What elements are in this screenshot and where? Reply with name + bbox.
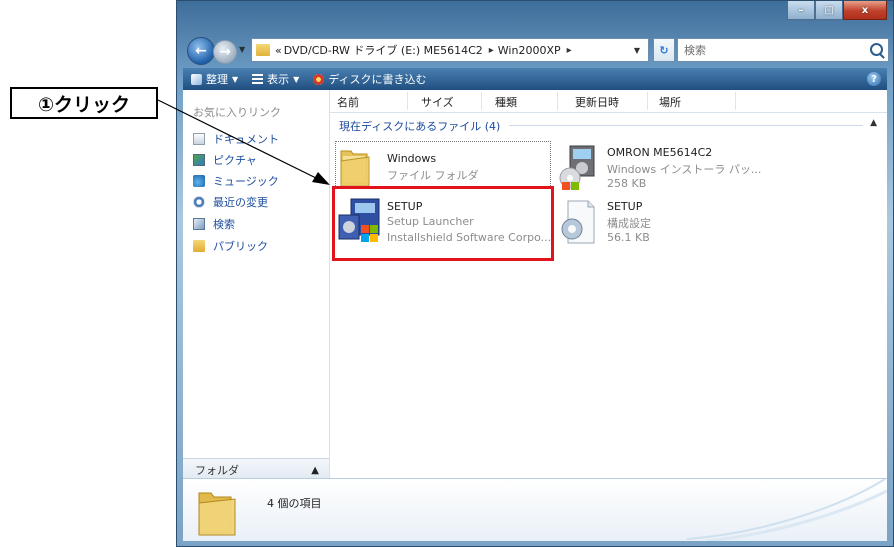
views-icon [252, 73, 264, 85]
group-header[interactable]: 現在ディスクにあるファイル (4) ▲ [329, 116, 887, 134]
pictures-icon [193, 154, 205, 166]
column-divider[interactable] [647, 92, 648, 110]
search-placeholder: 検索 [684, 44, 706, 57]
address-dropdown-icon[interactable]: ▼ [634, 46, 640, 55]
command-toolbar: 整理 ▼ 表示 ▼ ディスクに書き込む ? [183, 68, 887, 90]
navigation-pane: お気に入りリンク ドキュメント ピクチャ ミュージック 最近の変更 検索 パブリ… [183, 90, 330, 481]
nav-link-label: ミュージック [213, 175, 279, 188]
music-icon [193, 175, 205, 187]
column-header-type[interactable]: 種類 [495, 94, 517, 110]
details-pane: 4 個の項目 [183, 478, 887, 541]
organize-button[interactable]: 整理 ▼ [191, 71, 238, 87]
back-arrow-icon: ← [195, 43, 207, 59]
installer-package-icon [559, 145, 595, 190]
organize-icon [191, 73, 202, 85]
organize-label: 整理 [206, 73, 228, 86]
highlight-box [332, 186, 554, 261]
forward-button[interactable]: → [213, 40, 237, 64]
column-header-modified[interactable]: 更新日時 [575, 94, 619, 110]
column-divider[interactable] [557, 92, 558, 110]
file-name: OMRON ME5614C2 [607, 146, 713, 159]
chevron-down-icon: ▼ [232, 74, 239, 84]
title-bar: – □ x [177, 1, 893, 33]
nav-link-label: パブリック [213, 240, 268, 253]
nav-link-label: 最近の変更 [213, 196, 268, 209]
file-type: Windows インストーラ パッ... [607, 163, 762, 176]
back-button[interactable]: ← [187, 37, 215, 65]
explorer-window: – □ x ← → ▼ « DVD/CD-RW ドライブ (E:) ME5614… [176, 0, 894, 547]
nav-link-label: ドキュメント [213, 133, 279, 146]
folder-icon [256, 44, 270, 56]
documents-icon [193, 133, 205, 145]
minimize-button[interactable]: – [787, 1, 815, 20]
column-divider[interactable] [735, 92, 736, 110]
refresh-icon: ↻ [659, 43, 669, 57]
nav-link-label: ピクチャ [213, 154, 257, 167]
address-segment-folder[interactable]: Win2000XP [498, 44, 561, 57]
chevron-down-icon: ▼ [293, 74, 300, 84]
nav-link-public[interactable]: パブリック [193, 237, 268, 255]
nav-link-music[interactable]: ミュージック [193, 172, 279, 190]
recent-icon [193, 196, 205, 208]
group-divider [509, 125, 863, 126]
nav-link-searches[interactable]: 検索 [193, 215, 235, 233]
search-icon[interactable] [870, 43, 883, 56]
file-type: 構成設定 [607, 217, 651, 230]
column-header-location[interactable]: 場所 [659, 94, 681, 110]
callout-label: ①クリック [37, 93, 131, 116]
column-header-size[interactable]: サイズ [421, 94, 454, 110]
address-bar[interactable]: « DVD/CD-RW ドライブ (E:) ME5614C2 ▸ Win2000… [251, 38, 649, 62]
nav-link-pictures[interactable]: ピクチャ [193, 151, 257, 169]
decorative-swoosh [686, 479, 887, 541]
column-divider[interactable] [407, 92, 408, 110]
file-name: SETUP [607, 200, 643, 213]
address-prefix[interactable]: « [275, 44, 282, 57]
config-settings-icon [561, 200, 595, 244]
favorite-links-header: お気に入りリンク [193, 106, 281, 119]
folder-icon [340, 150, 370, 187]
group-label: 現在ディスクにあるファイル (4) [339, 120, 501, 133]
forward-arrow-icon: → [219, 44, 231, 60]
column-divider[interactable] [481, 92, 482, 110]
burn-button[interactable]: ディスクに書き込む [313, 71, 427, 87]
annotation-callout: ①クリック [10, 87, 158, 119]
address-segment-drive[interactable]: DVD/CD-RW ドライブ (E:) ME5614C2 [284, 42, 483, 58]
burn-disc-icon [313, 73, 325, 85]
public-folder-icon [193, 240, 205, 252]
help-button[interactable]: ? [867, 72, 881, 86]
chevron-up-icon[interactable]: ▲ [870, 118, 877, 128]
chevron-up-icon: ▲ [311, 464, 319, 476]
close-button[interactable]: x [843, 1, 887, 20]
nav-link-label: 検索 [213, 218, 235, 231]
views-button[interactable]: 表示 ▼ [252, 71, 299, 87]
folder-icon [198, 492, 236, 536]
views-label: 表示 [267, 73, 290, 86]
history-dropdown-icon[interactable]: ▼ [239, 45, 245, 54]
file-type: ファイル フォルダ [387, 169, 479, 182]
item-count: 4 個の項目 [267, 497, 322, 510]
column-header-name[interactable]: 名前 [337, 94, 359, 110]
nav-link-documents[interactable]: ドキュメント [193, 130, 279, 148]
file-size: 258 KB [607, 177, 647, 190]
nav-link-recent[interactable]: 最近の変更 [193, 193, 268, 211]
help-icon: ? [871, 73, 877, 85]
refresh-button[interactable]: ↻ [653, 38, 675, 62]
maximize-button[interactable]: □ [815, 1, 843, 20]
chevron-right-icon[interactable]: ▸ [489, 45, 494, 56]
burn-label: ディスクに書き込む [328, 73, 427, 86]
chevron-right-icon[interactable]: ▸ [567, 45, 572, 56]
file-name: Windows [387, 152, 437, 165]
search-folder-icon [193, 218, 205, 230]
file-size: 56.1 KB [607, 231, 650, 244]
search-input[interactable]: 検索 [677, 38, 889, 62]
column-headers: 名前 サイズ 種類 更新日時 場所 [329, 90, 887, 113]
folders-label: フォルダ [195, 464, 239, 477]
